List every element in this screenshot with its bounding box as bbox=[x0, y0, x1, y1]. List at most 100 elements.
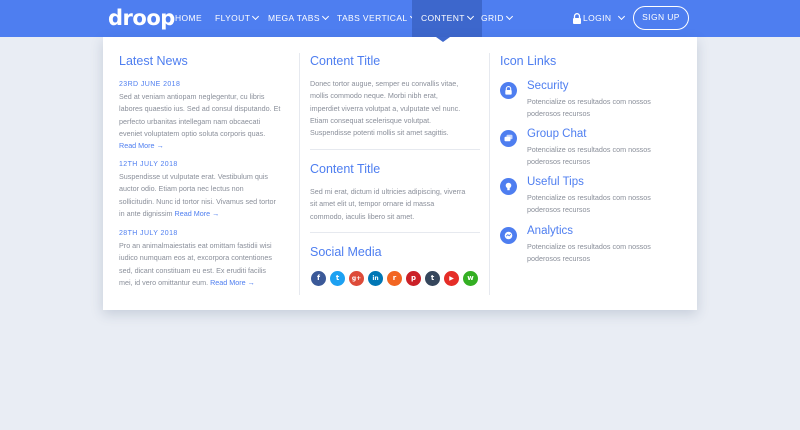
lock-icon bbox=[573, 13, 581, 24]
chevron-down-icon bbox=[252, 12, 260, 21]
section-divider bbox=[310, 232, 480, 233]
pinterest-icon[interactable]: p bbox=[406, 271, 421, 286]
icon-link-useful-tips[interactable]: Useful Tips bbox=[527, 176, 584, 188]
read-more-label: Read More bbox=[210, 277, 246, 287]
nav-flyout[interactable]: FLYOUT bbox=[215, 0, 260, 37]
read-more-link[interactable]: Read More → bbox=[210, 278, 255, 287]
nav-grid-label: GRID bbox=[481, 13, 504, 23]
news-line: mei, id vero omittantur eum. bbox=[119, 277, 209, 287]
content-line: imperdiet viverra volutpat a, vulputate … bbox=[310, 103, 461, 113]
nav-tabs-vertical-label: TABS VERTICAL bbox=[337, 13, 408, 23]
content-line: Donec tortor augue, semper eu convallis … bbox=[310, 79, 459, 88]
dropdown-caret bbox=[436, 37, 450, 42]
content-text: Sed mi erat, dictum id ultricies adipisc… bbox=[310, 186, 465, 223]
social-media-title: Social Media bbox=[310, 245, 382, 259]
news-line: labores quaestio ius. Sed ad consul disp… bbox=[119, 104, 281, 114]
news-date: 23RD JUNE 2018 bbox=[119, 81, 181, 88]
news-line: eveniet voluptatem optio soluta corporis… bbox=[119, 128, 266, 138]
news-date: 12TH JULY 2018 bbox=[119, 161, 178, 168]
social-glyph: w bbox=[467, 274, 474, 282]
icon-link-desc: Potencialize os resultados com nossos po… bbox=[527, 193, 651, 215]
facebook-icon[interactable]: f bbox=[311, 271, 326, 286]
social-glyph: g+ bbox=[351, 275, 362, 282]
social-glyph: p bbox=[410, 274, 416, 282]
nav-content[interactable]: CONTENT bbox=[412, 0, 482, 37]
news-date: 28TH JULY 2018 bbox=[119, 230, 178, 237]
news-text: Pro an animalmaiestatis eat omittam fast… bbox=[119, 240, 272, 289]
read-more-link[interactable]: Read More → bbox=[119, 141, 164, 150]
icon-link-group-chat[interactable]: Group Chat bbox=[527, 128, 586, 140]
read-more-label: Read More bbox=[119, 141, 155, 151]
news-line: auctor odio. Etiam porta nec lectus non bbox=[119, 184, 244, 194]
section-divider bbox=[310, 149, 480, 150]
content-text: Donec tortor augue, semper eu convallis … bbox=[310, 78, 460, 139]
nav-flyout-label: FLYOUT bbox=[215, 13, 251, 23]
icon-link-security[interactable]: Security bbox=[527, 80, 569, 92]
latest-news-title: Latest News bbox=[119, 54, 188, 68]
icon-link-desc: Potencialize os resultados com nossos po… bbox=[527, 97, 651, 119]
content-line: Sed mi erat, dictum id ultricies adipisc… bbox=[310, 187, 466, 196]
social-glyph: t bbox=[430, 274, 435, 282]
icon-links-title: Icon Links bbox=[500, 54, 557, 68]
chat-icon bbox=[500, 130, 517, 147]
youtube-icon[interactable]: ▶ bbox=[444, 271, 459, 286]
content-line: commodo, iaculis libero sit amet. bbox=[310, 211, 415, 221]
twitter-icon[interactable]: t bbox=[330, 271, 345, 286]
news-line: sed, dicant constituam eu est. Ex erudit… bbox=[119, 265, 267, 275]
column-divider bbox=[299, 53, 300, 295]
google-plus-icon[interactable]: g+ bbox=[349, 271, 364, 286]
content-line: mollis commodo neque. Morbi nibh erat, bbox=[310, 91, 438, 101]
content-title: Content Title bbox=[310, 54, 381, 68]
logo[interactable]: droop bbox=[108, 6, 175, 30]
nav-home[interactable]: HOME bbox=[175, 0, 202, 37]
mega-menu-panel: Latest News 23RD JUNE 2018 Sed at veniam… bbox=[103, 37, 697, 310]
nav-mega-tabs-label: MEGA TABS bbox=[268, 13, 320, 23]
lock-icon bbox=[500, 82, 517, 99]
social-glyph: in bbox=[372, 275, 379, 282]
analytics-icon bbox=[500, 227, 517, 244]
social-glyph: f bbox=[316, 274, 321, 282]
icon-link-desc: Potencialize os resultados com nossos po… bbox=[527, 242, 651, 264]
nav-login[interactable]: LOGIN bbox=[583, 0, 626, 37]
icon-link-desc: Potencialize os resultados com nossos po… bbox=[527, 145, 651, 167]
social-glyph: t bbox=[335, 274, 340, 282]
signup-button[interactable]: SIGN UP bbox=[633, 6, 689, 30]
content-line: Suspendisse potenti mollis sit amet sagi… bbox=[310, 128, 449, 138]
nav-home-label: HOME bbox=[175, 13, 203, 23]
chevron-down-icon bbox=[321, 12, 329, 21]
news-line: Suspendisse ut vulputate erat. Vestibulu… bbox=[119, 172, 269, 181]
news-line: perfecto urbanitas intellegam nam obcaec… bbox=[119, 116, 261, 126]
tumblr-icon[interactable]: t bbox=[425, 271, 440, 286]
whatsapp-icon[interactable]: w bbox=[463, 271, 478, 286]
icon-link-analytics[interactable]: Analytics bbox=[527, 225, 573, 237]
news-text: Sed at veniam antiopam neglegentur, cu l… bbox=[119, 91, 280, 152]
social-glyph: ▶ bbox=[449, 275, 454, 282]
content-line: sit amet elit ut, tempor ornare id massa bbox=[310, 199, 435, 209]
social-glyph: r bbox=[392, 274, 397, 282]
linkedin-icon[interactable]: in bbox=[368, 271, 383, 286]
rss-icon[interactable]: r bbox=[387, 271, 402, 286]
content-title: Content Title bbox=[310, 162, 381, 176]
news-line: iudico numquam eos at, excorpora content… bbox=[119, 253, 273, 263]
nav-mega-tabs[interactable]: MEGA TABS bbox=[268, 0, 329, 37]
lightbulb-icon bbox=[500, 178, 517, 195]
column-divider bbox=[489, 53, 490, 295]
arrow-right-icon: → bbox=[156, 141, 164, 151]
nav-content-label: CONTENT bbox=[421, 13, 465, 23]
nav-tabs-vertical[interactable]: TABS VERTICAL bbox=[337, 0, 417, 37]
nav-login-label: LOGIN bbox=[583, 13, 612, 23]
navbar: droop HOME FLYOUT MEGA TABS TABS VERTICA… bbox=[0, 0, 800, 37]
read-more-link[interactable]: Read More → bbox=[175, 209, 220, 218]
news-text: Suspendisse ut vulputate erat. Vestibulu… bbox=[119, 171, 276, 220]
arrow-right-icon: → bbox=[212, 208, 220, 218]
arrow-right-icon: → bbox=[247, 277, 255, 287]
read-more-label: Read More bbox=[174, 208, 211, 218]
news-line: in ante dignissim bbox=[119, 208, 173, 218]
news-line: Sed at veniam antiopam neglegentur, cu l… bbox=[119, 92, 265, 101]
chevron-down-icon bbox=[466, 12, 474, 21]
chevron-down-icon bbox=[618, 12, 626, 21]
nav-grid[interactable]: GRID bbox=[481, 0, 513, 37]
chevron-down-icon bbox=[505, 12, 513, 21]
news-line: sollicitudin. Nunc id tortor nisi. Vivam… bbox=[119, 196, 276, 206]
content-line: Etiam consequat scelerisque volutpat. bbox=[310, 115, 432, 125]
